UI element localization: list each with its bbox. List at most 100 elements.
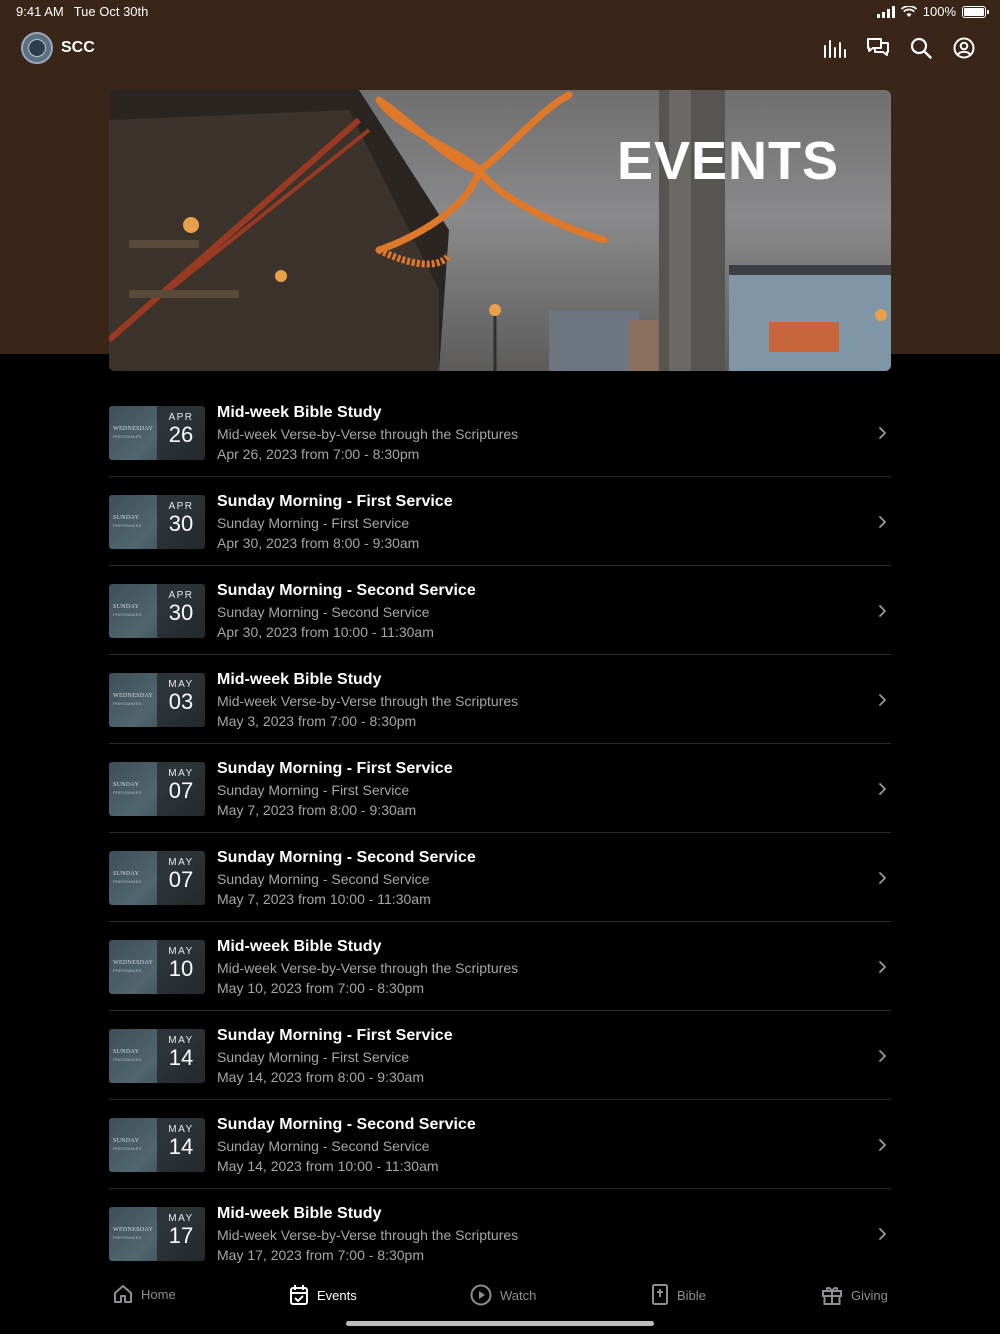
- date-day: 30: [168, 600, 194, 625]
- event-title: Sunday Morning - First Service: [217, 1027, 453, 1044]
- event-subtitle: Mid-week Verse-by-Verse through the Scri…: [217, 693, 519, 709]
- event-title: Sunday Morning - First Service: [217, 760, 453, 777]
- tab-watch[interactable]: Watch: [470, 1284, 536, 1306]
- event-row[interactable]: SUNDAY PRESSANIES MAY 14 Sunday Morning …: [109, 1011, 891, 1100]
- chevron-right-icon: [879, 783, 886, 795]
- app-title: SCC: [61, 39, 95, 56]
- status-time: 9:41 AM: [16, 4, 64, 19]
- play-icon: [470, 1284, 492, 1306]
- chevron-right-icon: [879, 694, 886, 706]
- hero-title: EVENTS: [616, 131, 839, 191]
- event-row[interactable]: SUNDAY PRESSANIES APR 30 Sunday Morning …: [109, 566, 891, 655]
- tab-home-label: Home: [141, 1286, 176, 1302]
- chevron-right-icon: [879, 1050, 886, 1062]
- event-row[interactable]: WEDNESDAY PRESSANIES MAY 03 Mid-week Bib…: [109, 655, 891, 744]
- event-thumbnail: SUNDAY PRESSANIES MAY 07: [109, 851, 205, 905]
- chevron-right-icon: [879, 1228, 886, 1240]
- event-thumbnail: WEDNESDAY PRESSANIES APR 26: [109, 406, 205, 460]
- event-datetime: May 10, 2023 from 7:00 - 8:30pm: [217, 980, 424, 996]
- date-badge: MAY 07: [157, 851, 205, 905]
- thumbnail-label: WEDNESDAY: [113, 693, 154, 699]
- event-subtitle: Sunday Morning - Second Service: [217, 1138, 430, 1154]
- event-subtitle: Mid-week Verse-by-Verse through the Scri…: [217, 426, 519, 442]
- thumbnail-label: SUNDAY: [113, 1049, 140, 1055]
- event-subtitle: Sunday Morning - First Service: [217, 782, 410, 798]
- audio-bars-icon[interactable]: [823, 36, 847, 60]
- thumbnail-sublabel: PRESSANIES: [113, 1057, 142, 1062]
- events-hero-banner: EVENTS: [109, 90, 891, 371]
- date-badge: MAY 14: [157, 1029, 205, 1083]
- events-list: WEDNESDAY PRESSANIES APR 26 Mid-week Bib…: [109, 388, 891, 1278]
- cellular-signal-icon: [876, 5, 895, 18]
- wifi-icon: [900, 5, 917, 17]
- account-icon[interactable]: [952, 36, 976, 60]
- thumbnail-label: SUNDAY: [113, 782, 140, 788]
- chevron-right-icon: [879, 961, 886, 973]
- thumbnail-sublabel: PRESSANIES: [113, 879, 142, 884]
- thumbnail-sublabel: PRESSANIES: [113, 523, 142, 528]
- thumbnail-sublabel: PRESSANIES: [113, 434, 142, 439]
- tab-giving[interactable]: Giving: [821, 1284, 888, 1306]
- event-thumbnail: SUNDAY PRESSANIES APR 30: [109, 584, 205, 638]
- status-bar: 9:41 AM Tue Oct 30th 100%: [0, 0, 1000, 24]
- event-datetime: May 14, 2023 from 8:00 - 9:30am: [217, 1069, 424, 1085]
- event-row[interactable]: WEDNESDAY PRESSANIES APR 26 Mid-week Bib…: [109, 388, 891, 477]
- date-badge: MAY 07: [157, 762, 205, 816]
- event-datetime: May 7, 2023 from 10:00 - 11:30am: [217, 891, 431, 907]
- tab-events[interactable]: Events: [289, 1284, 357, 1306]
- event-datetime: May 14, 2023 from 10:00 - 11:30am: [217, 1158, 439, 1174]
- event-title: Sunday Morning - Second Service: [217, 582, 476, 599]
- thumbnail-label: SUNDAY: [113, 871, 140, 877]
- event-datetime: May 7, 2023 from 8:00 - 9:30am: [217, 802, 417, 818]
- thumbnail-sublabel: PRESSANIES: [113, 701, 142, 706]
- event-row[interactable]: SUNDAY PRESSANIES MAY 07 Sunday Morning …: [109, 833, 891, 922]
- gift-icon: [822, 1287, 842, 1305]
- event-thumbnail: SUNDAY PRESSANIES MAY 07: [109, 762, 205, 816]
- chat-icon[interactable]: [866, 36, 890, 60]
- date-day: 17: [168, 1223, 194, 1248]
- tab-bible-label: Bible: [677, 1287, 706, 1303]
- event-row[interactable]: SUNDAY PRESSANIES APR 30 Sunday Morning …: [109, 477, 891, 566]
- tab-bible[interactable]: Bible: [651, 1284, 706, 1306]
- battery-percent: 100%: [922, 4, 956, 19]
- church-logo[interactable]: [21, 32, 53, 64]
- event-title: Mid-week Bible Study: [217, 938, 382, 955]
- date-day: 14: [168, 1045, 194, 1070]
- event-subtitle: Mid-week Verse-by-Verse through the Scri…: [217, 960, 519, 976]
- date-badge: MAY 03: [157, 673, 205, 727]
- event-row[interactable]: WEDNESDAY PRESSANIES MAY 10 Mid-week Bib…: [109, 922, 891, 1011]
- date-day: 14: [168, 1134, 194, 1159]
- thumbnail-label: WEDNESDAY: [113, 960, 154, 966]
- date-badge: MAY 14: [157, 1118, 205, 1172]
- tab-home[interactable]: Home: [113, 1284, 176, 1304]
- app-header: SCC: [0, 30, 1000, 66]
- event-row[interactable]: WEDNESDAY PRESSANIES MAY 17 Mid-week Bib…: [109, 1189, 891, 1278]
- home-indicator: [346, 1321, 654, 1326]
- thumbnail-sublabel: PRESSANIES: [113, 1235, 142, 1240]
- home-icon: [114, 1285, 132, 1303]
- event-datetime: Apr 30, 2023 from 10:00 - 11:30am: [217, 624, 434, 640]
- chevron-right-icon: [879, 516, 886, 528]
- event-thumbnail: SUNDAY PRESSANIES APR 30: [109, 495, 205, 549]
- date-day: 30: [168, 511, 194, 536]
- date-day: 07: [168, 867, 194, 892]
- date-badge: MAY 10: [157, 940, 205, 994]
- event-datetime: May 3, 2023 from 7:00 - 8:30pm: [217, 713, 417, 729]
- search-icon[interactable]: [909, 36, 933, 60]
- event-thumbnail: WEDNESDAY PRESSANIES MAY 10: [109, 940, 205, 994]
- event-subtitle: Sunday Morning - First Service: [217, 1049, 410, 1065]
- chevron-right-icon: [879, 1139, 886, 1151]
- event-row[interactable]: SUNDAY PRESSANIES MAY 14 Sunday Morning …: [109, 1100, 891, 1189]
- chevron-right-icon: [879, 605, 886, 617]
- thumbnail-sublabel: PRESSANIES: [113, 968, 142, 973]
- thumbnail-label: SUNDAY: [113, 1138, 140, 1144]
- event-title: Mid-week Bible Study: [217, 1205, 382, 1222]
- date-badge: APR 30: [157, 495, 205, 549]
- event-row[interactable]: SUNDAY PRESSANIES MAY 07 Sunday Morning …: [109, 744, 891, 833]
- event-thumbnail: WEDNESDAY PRESSANIES MAY 03: [109, 673, 205, 727]
- event-subtitle: Mid-week Verse-by-Verse through the Scri…: [217, 1227, 519, 1243]
- thumbnail-label: SUNDAY: [113, 604, 140, 610]
- event-datetime: May 17, 2023 from 7:00 - 8:30pm: [217, 1247, 424, 1263]
- calendar-icon: [290, 1285, 308, 1305]
- event-title: Sunday Morning - Second Service: [217, 849, 476, 866]
